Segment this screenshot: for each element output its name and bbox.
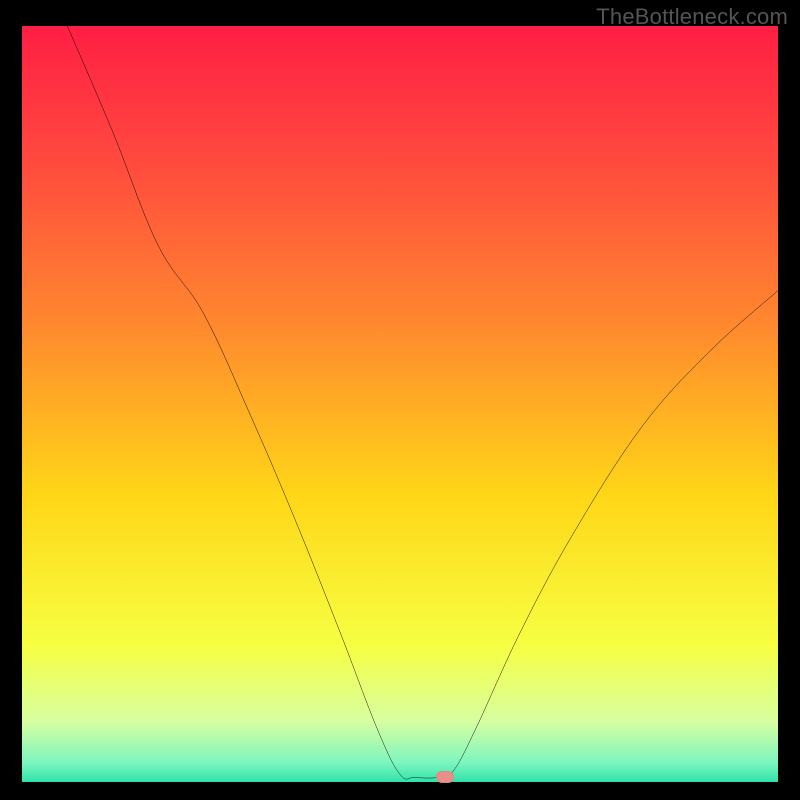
chart-frame: TheBottleneck.com	[0, 0, 800, 800]
optimal-point-marker	[436, 771, 454, 783]
chart-gradient-background	[22, 26, 778, 782]
bottleneck-chart	[22, 26, 778, 782]
watermark-text: TheBottleneck.com	[596, 4, 788, 30]
